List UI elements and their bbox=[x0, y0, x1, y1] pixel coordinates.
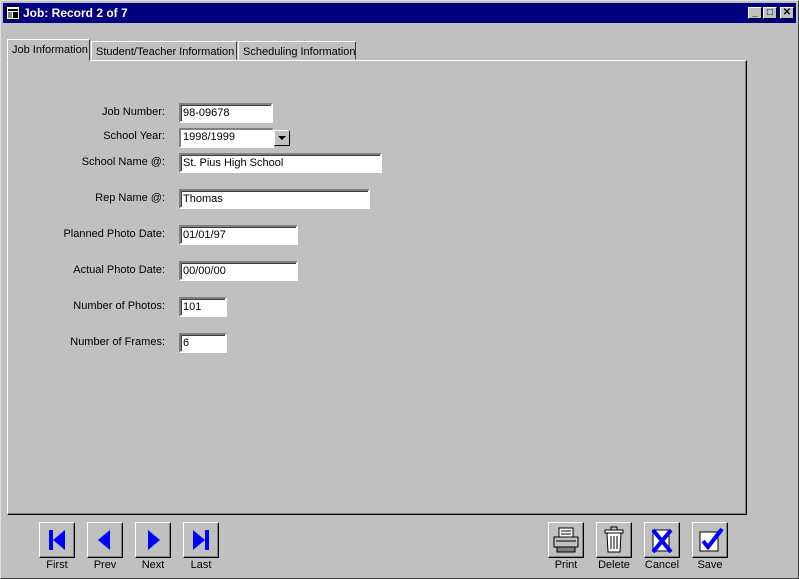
next-label: Next bbox=[141, 559, 165, 571]
prev-label: Prev bbox=[93, 559, 117, 571]
delete-button[interactable] bbox=[596, 522, 632, 558]
prev-record-button[interactable] bbox=[87, 522, 123, 558]
print-button[interactable] bbox=[548, 522, 584, 558]
rep-name-label: Rep Name @: bbox=[95, 192, 165, 204]
first-label: First bbox=[46, 559, 68, 571]
window-title: Job: Record 2 of 7 bbox=[23, 6, 128, 20]
maximize-icon: □ bbox=[766, 7, 774, 18]
app-icon bbox=[6, 6, 20, 20]
app-window: Job: Record 2 of 7 _ □ ✕ Job Information… bbox=[0, 0, 799, 579]
job-information-panel bbox=[7, 60, 747, 515]
checkmark-icon bbox=[699, 527, 724, 552]
first-record-button[interactable] bbox=[39, 522, 75, 558]
chevron-down-icon bbox=[278, 136, 286, 140]
school-year-dropdown-button[interactable] bbox=[274, 130, 290, 146]
job-number-field[interactable] bbox=[179, 103, 273, 123]
save-button[interactable] bbox=[692, 522, 728, 558]
first-icon bbox=[49, 530, 65, 550]
close-icon: ✕ bbox=[782, 7, 792, 18]
planned-photo-date-label: Planned Photo Date: bbox=[63, 228, 165, 240]
delete-label: Delete bbox=[598, 559, 630, 571]
next-icon bbox=[148, 530, 160, 550]
cancel-icon bbox=[651, 528, 673, 554]
minimize-icon: _ bbox=[752, 7, 758, 18]
maximize-button[interactable]: □ bbox=[763, 7, 777, 19]
tab-label: Scheduling Information bbox=[243, 46, 356, 58]
school-year-label: School Year: bbox=[103, 130, 165, 142]
tab-scheduling-information[interactable]: Scheduling Information bbox=[238, 41, 356, 60]
rep-name-field[interactable] bbox=[179, 189, 370, 209]
number-of-frames-field[interactable] bbox=[179, 333, 227, 353]
prev-icon bbox=[98, 530, 110, 550]
planned-photo-date-field[interactable] bbox=[179, 225, 298, 245]
cancel-label: Cancel bbox=[644, 559, 680, 571]
school-year-value[interactable]: 1998/1999 bbox=[179, 128, 274, 148]
close-button[interactable]: ✕ bbox=[780, 7, 794, 19]
number-of-frames-label: Number of Frames: bbox=[70, 336, 165, 348]
printer-icon bbox=[553, 527, 579, 553]
tab-label: Student/Teacher Information bbox=[96, 46, 235, 58]
title-bar[interactable]: Job: Record 2 of 7 _ □ ✕ bbox=[3, 3, 796, 23]
last-record-button[interactable] bbox=[183, 522, 219, 558]
school-name-field[interactable] bbox=[179, 153, 382, 173]
tab-job-information[interactable]: Job Information bbox=[7, 39, 90, 61]
actual-photo-date-label: Actual Photo Date: bbox=[73, 264, 165, 276]
job-number-label: Job Number: bbox=[102, 106, 165, 118]
next-record-button[interactable] bbox=[135, 522, 171, 558]
number-of-photos-field[interactable] bbox=[179, 297, 227, 317]
save-label: Save bbox=[697, 559, 723, 571]
tab-student-teacher-information[interactable]: Student/Teacher Information bbox=[91, 41, 237, 60]
tab-label: Job Information bbox=[12, 44, 88, 56]
last-label: Last bbox=[190, 559, 212, 571]
cancel-button[interactable] bbox=[644, 522, 680, 558]
actual-photo-date-field[interactable] bbox=[179, 261, 298, 281]
school-name-label: School Name @: bbox=[81, 156, 165, 168]
print-label: Print bbox=[554, 559, 578, 571]
trash-icon bbox=[604, 526, 624, 553]
minimize-button[interactable]: _ bbox=[748, 7, 762, 19]
last-icon bbox=[193, 530, 209, 550]
number-of-photos-label: Number of Photos: bbox=[73, 300, 165, 312]
